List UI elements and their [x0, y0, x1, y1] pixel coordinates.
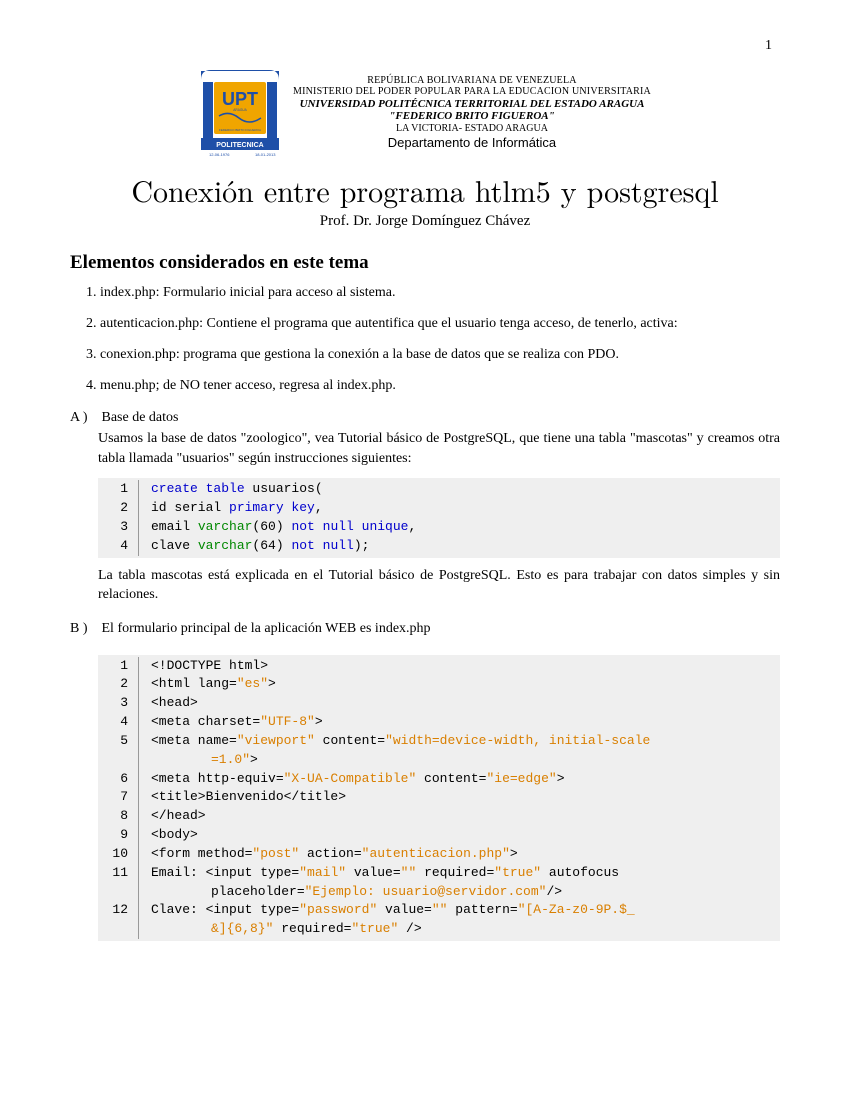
section-heading: Elementos considerados en este tema — [70, 252, 780, 274]
document-title: Conexión entre programa htlm5 y postgres… — [70, 168, 780, 211]
section-a-heading: Base de datos — [102, 410, 179, 425]
section-a-body: Usamos la base de datos "zoologico", vea… — [98, 429, 780, 468]
university-logo: UNIVERSIDAD UPT ARAGUA FEDERICO BRITO FI… — [199, 68, 281, 158]
page-number: 1 — [765, 38, 772, 54]
list-item: conexion.php: programa que gestiona la c… — [100, 346, 780, 365]
header-line-5: LA VICTORIA- ESTADO ARAGUA — [293, 123, 651, 135]
svg-text:UPT: UPT — [222, 89, 258, 109]
code-block-html: 1<!DOCTYPE html>2<html lang="es">3<head>… — [98, 655, 780, 942]
header-line-3: UNIVERSIDAD POLITÉCNICA TERRITORIAL DEL … — [293, 98, 651, 111]
section-b: B ) El formulario principal de la aplica… — [70, 619, 780, 639]
paragraph-after-code-a: La tabla mascotas está explicada en el T… — [98, 566, 780, 605]
header-line-1: REPÚBLICA BOLIVARIANA DE VENEZUELA — [293, 75, 651, 87]
institutional-header: REPÚBLICA BOLIVARIANA DE VENEZUELA MINIS… — [293, 75, 651, 152]
section-a-label: A ) — [70, 408, 98, 428]
svg-text:POLITECNICA: POLITECNICA — [216, 142, 263, 149]
section-b-label: B ) — [70, 619, 98, 639]
header-line-4: "FEDERICO BRITO FIGUEROA" — [293, 110, 651, 123]
header-line-2: MINISTERIO DEL PODER POPULAR PARA LA EDU… — [293, 86, 651, 98]
svg-text:UNIVERSIDAD: UNIVERSIDAD — [219, 75, 261, 81]
page: 1 UNIVERSIDAD UPT ARAGUA FEDERICO BRITO … — [0, 0, 850, 1100]
svg-text:12-06-1976: 12-06-1976 — [209, 152, 230, 157]
svg-text:ARAGUA: ARAGUA — [233, 108, 247, 112]
numbered-list: index.php: Formulario inicial para acces… — [70, 284, 780, 396]
svg-text:18-01-2013: 18-01-2013 — [255, 152, 276, 157]
document-author: Prof. Dr. Jorge Domínguez Chávez — [70, 213, 780, 230]
letterhead: UNIVERSIDAD UPT ARAGUA FEDERICO BRITO FI… — [70, 68, 780, 158]
list-item: menu.php; de NO tener acceso, regresa al… — [100, 377, 780, 396]
header-department: Departamento de Informática — [293, 136, 651, 151]
list-item: index.php: Formulario inicial para acces… — [100, 284, 780, 303]
list-item: autenticacion.php: Contiene el programa … — [100, 315, 780, 334]
section-a: A ) Base de datos Usamos la base de dato… — [70, 408, 780, 469]
svg-text:FEDERICO BRITO FIGUEROA: FEDERICO BRITO FIGUEROA — [219, 128, 261, 132]
section-b-heading: El formulario principal de la aplicación… — [102, 621, 431, 636]
code-block-sql: 1create table usuarios(2id serial primar… — [98, 478, 780, 557]
